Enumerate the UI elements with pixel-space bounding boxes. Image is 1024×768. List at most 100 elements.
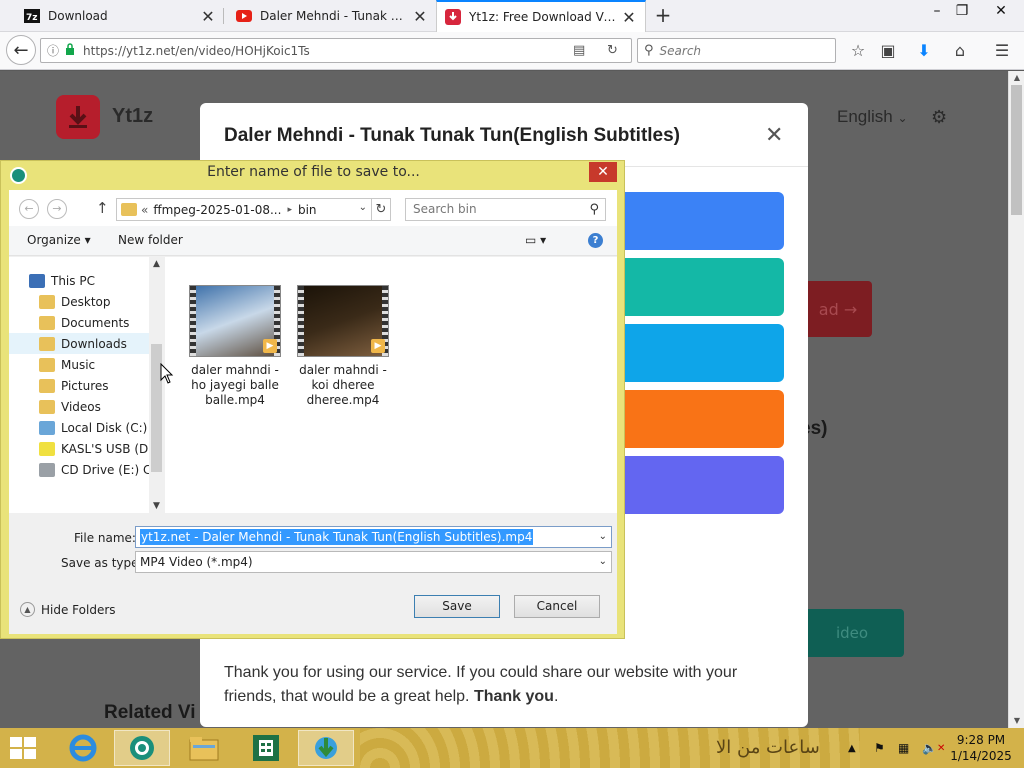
network-icon[interactable]: ▦ [898,728,909,768]
close-window-button[interactable]: ✕ [986,0,1016,24]
idm-icon[interactable] [298,730,354,766]
cancel-button[interactable]: Cancel [514,595,600,618]
save-type-value: MP4 Video (*.mp4) [140,555,253,569]
help-icon[interactable]: ? [588,233,603,248]
scrollbar-thumb[interactable] [1011,85,1022,215]
forward-arrow-icon[interactable]: → [47,199,67,219]
reader-view-icon[interactable]: ▤ [573,43,585,58]
back-button[interactable]: ← [6,35,36,65]
close-tab-icon[interactable]: ✕ [200,7,216,26]
chevron-down-icon[interactable]: ⌄ [599,552,607,572]
tab-youtube[interactable]: Daler Mehndi - Tunak Tuna ✕ [228,0,436,32]
excel-icon[interactable] [238,730,294,766]
lock-icon [65,43,75,58]
tree-label: KASL'S USB (D:) [61,441,157,456]
save-button[interactable]: Save [414,595,500,618]
tree-item-music[interactable]: Music [9,354,164,375]
search-bin-placeholder: Search bin [413,202,477,216]
search-bar[interactable]: ⚲ Search [637,38,836,63]
tab-download[interactable]: 7z Download ✕ [16,0,224,32]
back-arrow-icon[interactable]: ← [19,199,39,219]
ie-icon[interactable] [55,730,111,766]
tree-label: Pictures [61,378,109,393]
tree-item-videos[interactable]: Videos [9,396,164,417]
close-tab-icon[interactable]: ✕ [412,7,428,26]
close-icon[interactable]: ✕ [765,123,783,148]
tree-item-this-pc[interactable]: This PC [9,270,164,291]
close-tab-icon[interactable]: ✕ [621,8,637,27]
chevron-down-icon[interactable]: ⌄ [599,527,607,547]
file-list: ▶ daler mahndi - ho jayegi balle balle.m… [165,257,617,513]
tab-yt1z[interactable]: Yt1z: Free Download Video ✕ [436,0,646,32]
bookmark-star-icon[interactable]: ☆ [848,41,868,61]
site-logo-text[interactable]: Yt1z [112,105,153,128]
file-explorer-icon[interactable] [176,730,232,766]
screen-recorder-icon[interactable] [114,730,170,766]
new-folder-button[interactable]: New folder [118,233,183,247]
save-type-select[interactable]: MP4 Video (*.mp4) ⌄ [135,551,612,573]
dialog-body: ← → ↑ « ffmpeg-2025-01-08... ▸ bin ⌄ ↻ S… [9,190,617,634]
tab-title: Yt1z: Free Download Video [469,10,617,24]
tree-label: Videos [61,399,101,414]
page-scrollbar[interactable]: ▲ ▼ [1008,71,1024,728]
tree-item-usb[interactable]: KASL'S USB (D:) [9,438,164,459]
scroll-down-arrow[interactable]: ▼ [149,501,164,511]
settings-icon[interactable]: ⚙ [931,107,947,128]
up-arrow-icon[interactable]: ↑ [96,199,109,217]
scroll-down-arrow[interactable]: ▼ [1009,714,1024,728]
tree-item-local-disk[interactable]: Local Disk (C:) [9,417,164,438]
tree-item-documents[interactable]: Documents [9,312,164,333]
scroll-up-arrow[interactable]: ▲ [1009,71,1024,85]
view-options-icon[interactable]: ▭ ▾ [525,233,546,247]
tree-item-pictures[interactable]: Pictures [9,375,164,396]
breadcrumb-bin[interactable]: bin [298,203,317,217]
language-selector[interactable]: English ⌄ [837,107,908,127]
url-bar[interactable]: ⓘ https://yt1z.net/en/video/HOHjKoic1Ts … [40,38,632,63]
info-icon[interactable]: ⓘ [47,42,59,59]
thank-you-message: Thank you for using our service. If you … [224,661,784,709]
new-tab-button[interactable]: + [652,4,674,26]
modal-title: Daler Mehndi - Tunak Tunak Tun(English S… [224,125,681,146]
downloads-folder-icon [39,336,55,351]
start-button[interactable] [10,737,38,761]
usb-icon [39,441,55,456]
action-center-flag-icon[interactable]: ⚑ [874,728,885,768]
file-name: daler mahndi - ho jayegi balle balle.mp4 [191,363,279,407]
downloads-icon[interactable]: ⬇ [914,41,934,61]
tree-scrollbar[interactable]: ▲ ▼ [149,257,164,513]
breadcrumb-ffmpeg[interactable]: ffmpeg-2025-01-08... [153,203,281,217]
tree-item-cd-drive[interactable]: CD Drive (E:) CDF [9,459,164,480]
file-name: daler mahndi - koi dheree dheree.mp4 [299,363,387,407]
file-item[interactable]: ▶ daler mahndi - ho jayegi balle balle.m… [185,285,285,408]
disk-icon [39,420,55,435]
youtube-icon [236,8,252,24]
tree-item-downloads[interactable]: Downloads [9,333,164,354]
documents-folder-icon [39,315,55,330]
reload-icon[interactable]: ↻ [607,43,618,58]
scroll-up-arrow[interactable]: ▲ [149,259,164,269]
breadcrumb-sep: « [141,202,149,217]
file-name-label: File name: [74,531,136,545]
home-icon[interactable]: ⌂ [950,41,970,61]
volume-muted-icon[interactable]: 🔈 ✕ [922,728,945,768]
dialog-close-button[interactable]: ✕ [589,162,617,182]
yt1z-logo-icon[interactable] [56,95,100,139]
system-clock[interactable]: 9:28 PM 1/14/2025 [946,732,1016,764]
refresh-icon[interactable]: ↻ [371,198,391,221]
hide-folders-label: Hide Folders [41,602,116,617]
url-text: https://yt1z.net/en/video/HOHjKoic1Ts [83,43,310,58]
hide-folders-button[interactable]: ▲ Hide Folders [20,602,116,617]
menu-icon[interactable]: ☰ [992,41,1012,61]
chevron-down-icon: ⌄ [897,111,908,125]
tray-expand-icon[interactable]: ▲ [848,728,856,768]
chevron-down-icon[interactable]: ⌄ [359,202,367,213]
clock-date: 1/14/2025 [950,749,1012,763]
file-item[interactable]: ▶ daler mahndi - koi dheree dheree.mp4 [293,285,393,408]
organize-button[interactable]: Organize ▾ [27,233,91,247]
file-name-input[interactable]: yt1z.net - Daler Mehndi - Tunak Tunak Tu… [135,526,612,548]
search-bin-input[interactable]: Search bin ⚲ [405,198,606,221]
restore-button[interactable]: ❐ [947,0,977,24]
path-breadcrumb[interactable]: « ffmpeg-2025-01-08... ▸ bin ⌄ [116,198,372,221]
tree-item-desktop[interactable]: Desktop [9,291,164,312]
library-icon[interactable]: ▣ [878,41,898,61]
